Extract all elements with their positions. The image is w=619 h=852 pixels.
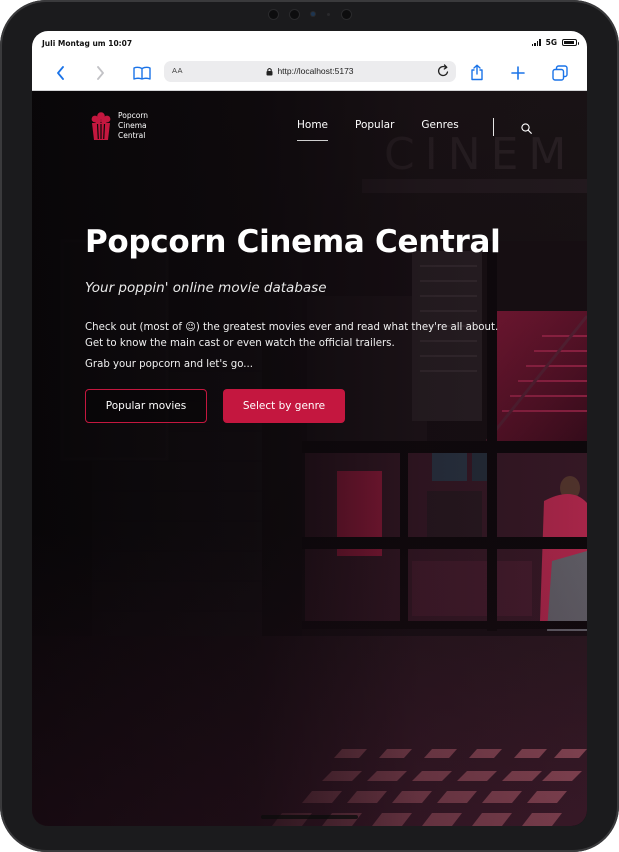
reload-icon[interactable] <box>437 64 450 80</box>
logo-text: Popcorn Cinema Central <box>118 111 149 140</box>
url-text: http://localhost:5173 <box>277 66 354 76</box>
popular-movies-button[interactable]: Popular movies <box>85 389 207 423</box>
nav-link-home[interactable]: Home <box>297 119 329 141</box>
hero-subtitle: Your poppin' online movie database <box>85 280 327 296</box>
share-icon[interactable] <box>468 55 486 90</box>
tablet-frame: Juli Montag um 10:07 5G AA http://localh… <box>0 0 619 852</box>
hero-description-line-1: Check out (most of 😉) the greatest movie… <box>85 322 499 333</box>
url-display: http://localhost:5173 <box>164 66 456 76</box>
camera-bar <box>250 7 370 21</box>
signal-icon <box>531 39 541 46</box>
camera-icon <box>289 9 299 19</box>
address-bar[interactable]: AA http://localhost:5173 <box>164 61 456 82</box>
select-by-genre-button[interactable]: Select by genre <box>223 389 345 423</box>
nav-divider <box>493 118 494 136</box>
site-navbar: Popcorn Cinema Central Home Popular Genr… <box>32 91 587 161</box>
lock-icon <box>266 67 273 75</box>
popcorn-icon <box>91 112 111 140</box>
screen: Juli Montag um 10:07 5G AA http://localh… <box>32 31 587 826</box>
home-indicator[interactable] <box>261 815 358 819</box>
hero-description-line-3: Grab your popcorn and let's go... <box>85 359 253 370</box>
sensor-icon <box>268 9 278 19</box>
status-time: Juli Montag um 10:07 <box>42 39 133 48</box>
network-label: 5G <box>545 38 557 47</box>
hero-description-line-2: Get to know the main cast or even watch … <box>85 338 395 349</box>
background-tint-overlay <box>32 91 587 826</box>
sensor-dot-icon <box>326 12 330 16</box>
forward-icon[interactable] <box>92 55 108 90</box>
site-logo[interactable]: Popcorn Cinema Central <box>90 111 158 141</box>
hero-title: Popcorn Cinema Central <box>85 224 501 260</box>
tabs-icon[interactable] <box>550 55 570 90</box>
camera-lens-icon <box>310 12 315 16</box>
status-bar: Juli Montag um 10:07 5G <box>32 31 587 55</box>
plus-icon[interactable] <box>509 55 527 90</box>
nav-links: Home Popular Genres <box>297 119 459 141</box>
battery-icon <box>562 39 579 46</box>
sensor-icon <box>341 9 351 19</box>
nav-link-genres[interactable]: Genres <box>421 119 458 137</box>
browser-toolbar: AA http://localhost:5173 <box>32 55 587 91</box>
status-indicators: 5G <box>531 38 579 47</box>
book-icon[interactable] <box>132 55 152 90</box>
search-icon[interactable] <box>521 119 532 138</box>
hero-page: CINEM <box>32 91 587 826</box>
back-icon[interactable] <box>52 55 68 90</box>
nav-link-popular[interactable]: Popular <box>355 119 394 137</box>
